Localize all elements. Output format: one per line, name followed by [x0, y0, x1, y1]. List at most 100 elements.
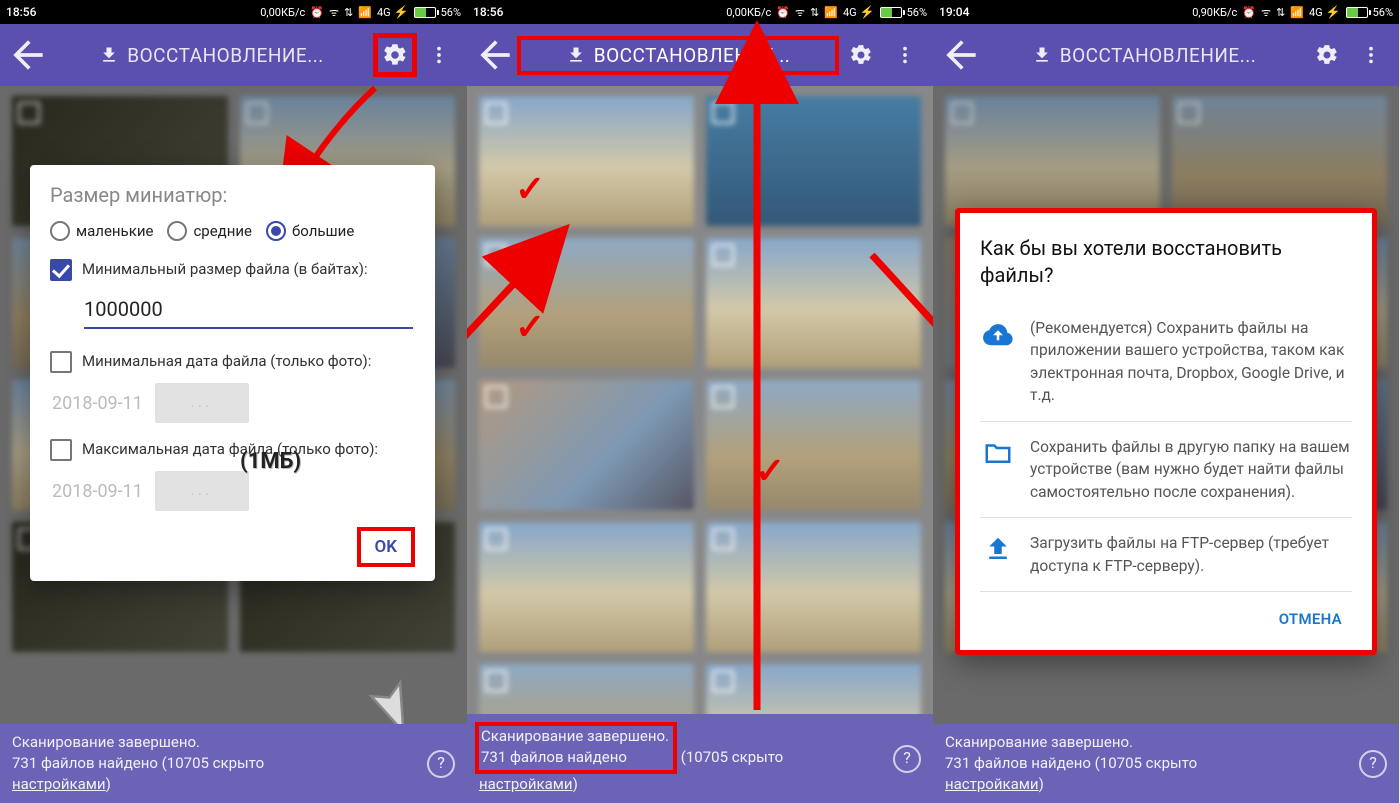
status-footer: Сканирование завершено. 731 файлов найде…	[467, 714, 933, 803]
overflow-button[interactable]	[1349, 33, 1393, 77]
dialog-title: Размер миниатюр:	[50, 183, 415, 207]
net-speed: 0,90КБ/с	[1192, 6, 1237, 19]
scan-status: Сканирование завершено.	[481, 726, 669, 747]
ok-button[interactable]: OK	[357, 527, 416, 567]
overflow-button[interactable]	[883, 33, 927, 77]
photo-thumb[interactable]	[706, 96, 921, 226]
scan-settings-link[interactable]: настройками)	[479, 774, 893, 795]
folder-icon	[980, 436, 1016, 503]
help-button[interactable]: ?	[893, 745, 921, 773]
back-button[interactable]	[473, 33, 517, 77]
status-bar: 18:56 0,00КБ/с ⏰ ᯤ ⇅ 📶 4G ⚡ 56%	[467, 0, 933, 24]
option-text: (Рекомендуется) Сохранить файлы на прило…	[1030, 317, 1352, 407]
charge-icon: ⚡	[394, 5, 409, 19]
option-save-folder[interactable]: Сохранить файлы в другую папку на вашем …	[980, 422, 1352, 518]
cancel-button[interactable]: ОТМЕНА	[1273, 602, 1348, 636]
status-footer: Сканирование завершено. 731 файлов найде…	[0, 724, 467, 803]
photo-thumb[interactable]	[706, 380, 921, 510]
settings-button[interactable]	[1305, 33, 1349, 77]
min-size-input[interactable]	[84, 293, 413, 329]
status-time: 19:04	[939, 5, 969, 19]
max-date-row: 2018-09-11 ...	[52, 471, 415, 511]
sync-icon: ⇅	[344, 6, 353, 19]
status-right: 0,00КБ/с ⏰ ᯤ ⇅ 📶 4G ⚡ 56%	[726, 5, 927, 20]
upload-icon	[980, 532, 1016, 577]
status-time: 18:56	[473, 5, 503, 19]
photo-grid	[467, 86, 933, 727]
min-date-value: 2018-09-11	[52, 393, 143, 414]
screenshot-3: 19:04 0,90КБ/с ⏰ ᯤ ⇅ 📶 4G ⚡ 56% ВОССТАНО…	[933, 0, 1399, 803]
photo-thumb[interactable]	[1172, 96, 1387, 226]
scan-settings-link[interactable]: настройками)	[12, 774, 427, 795]
photo-thumb[interactable]	[479, 380, 694, 510]
app-bar: ВОССТАНОВЛЕНИЕ...	[0, 24, 467, 86]
thumbnail-size-group: маленькие средние большие	[50, 221, 415, 241]
signal-label: 4G	[377, 6, 391, 19]
radio-medium[interactable]: средние	[167, 221, 252, 241]
sync-icon: ⇅	[810, 6, 819, 19]
status-footer: Сканирование завершено. 731 файлов найде…	[933, 724, 1399, 803]
battery-percent: 56%	[907, 6, 927, 19]
dialog-actions: ОТМЕНА	[980, 592, 1352, 644]
min-size-checkbox[interactable]: Минимальный размер файла (в байтах):	[50, 259, 415, 281]
photo-thumb[interactable]	[706, 522, 921, 652]
checkbox-icon	[50, 351, 72, 373]
cloud-upload-icon	[980, 317, 1016, 407]
signal-label: 4G	[843, 6, 857, 19]
battery-icon	[414, 7, 436, 18]
sync-icon: ⇅	[1276, 6, 1285, 19]
settings-button[interactable]	[373, 33, 417, 77]
wifi-icon: ᯤ	[795, 5, 805, 20]
min-date-checkbox[interactable]: Минимальная дата файла (только фото):	[50, 351, 415, 373]
max-date-picker-button[interactable]: ...	[155, 471, 249, 511]
option-ftp[interactable]: Загрузить файлы на FTP-сервер (требует д…	[980, 518, 1352, 592]
app-title-group[interactable]: ВОССТАНОВЛЕНИЕ...	[50, 44, 373, 67]
status-bar: 18:56 0,00КБ/с ⏰ ᯤ ⇅ 📶 4G ⚡ 56%	[0, 0, 467, 24]
radio-small[interactable]: маленькие	[50, 221, 153, 241]
app-title: ВОССТАНОВЛЕНИЕ...	[127, 44, 324, 67]
charge-icon: ⚡	[1326, 5, 1341, 19]
photo-thumb[interactable]	[479, 522, 694, 652]
overflow-button[interactable]	[417, 33, 461, 77]
scan-settings-link[interactable]: настройками)	[945, 774, 1359, 795]
photo-thumb[interactable]	[706, 238, 921, 368]
back-button[interactable]	[6, 33, 50, 77]
status-right: 0,90КБ/с ⏰ ᯤ ⇅ 📶 4G ⚡ 56%	[1192, 5, 1393, 20]
checkbox-icon	[50, 439, 72, 461]
screenshot-2: 18:56 0,00КБ/с ⏰ ᯤ ⇅ 📶 4G ⚡ 56% ВОССТАНО…	[467, 0, 933, 803]
settings-button[interactable]	[839, 33, 883, 77]
settings-dialog: Размер миниатюр: маленькие средние больш…	[30, 165, 435, 581]
battery-percent: 56%	[1373, 6, 1393, 19]
download-icon	[566, 45, 586, 65]
photo-thumb[interactable]	[945, 96, 1160, 226]
max-date-label: Максимальная дата файла (только фото):	[82, 439, 378, 459]
net-speed: 0,00КБ/с	[260, 6, 305, 19]
signal-label: 4G	[1309, 6, 1323, 19]
scan-result: 731 файлов найдено (10705 скрыто	[12, 753, 427, 774]
app-bar: ВОССТАНОВЛЕНИЕ...	[467, 24, 933, 86]
help-button[interactable]: ?	[1359, 750, 1387, 778]
size-annotation: (1МБ)	[240, 449, 301, 474]
status-time: 18:56	[6, 5, 36, 19]
checkbox-icon	[50, 259, 72, 281]
net-speed: 0,00КБ/с	[726, 6, 771, 19]
app-title-group[interactable]: ВОССТАНОВЛЕНИЕ...	[983, 44, 1305, 67]
signal-icon: 📶	[358, 6, 372, 19]
photo-thumb[interactable]	[479, 96, 694, 226]
signal-icon: 📶	[824, 6, 838, 19]
battery-percent: 56%	[441, 6, 461, 19]
photo-thumb[interactable]	[479, 238, 694, 368]
charge-icon: ⚡	[860, 5, 875, 19]
scan-result: 731 файлов найдено (10705 скрыто	[945, 753, 1359, 774]
min-date-picker-button[interactable]: ...	[155, 383, 249, 423]
back-button[interactable]	[939, 33, 983, 77]
app-title-group[interactable]: ВОССТАНОВЛЕНИЕ...	[517, 36, 839, 75]
scan-status: Сканирование завершено.	[945, 732, 1359, 753]
dialog-actions: OK	[50, 527, 415, 567]
radio-large[interactable]: большие	[266, 221, 354, 241]
battery-icon	[1346, 7, 1368, 18]
max-date-checkbox[interactable]: Максимальная дата файла (только фото):	[50, 439, 415, 461]
option-save-app[interactable]: (Рекомендуется) Сохранить файлы на прило…	[980, 303, 1352, 422]
help-button[interactable]: ?	[427, 750, 455, 778]
files-found: 731 файлов найдено	[481, 748, 627, 766]
